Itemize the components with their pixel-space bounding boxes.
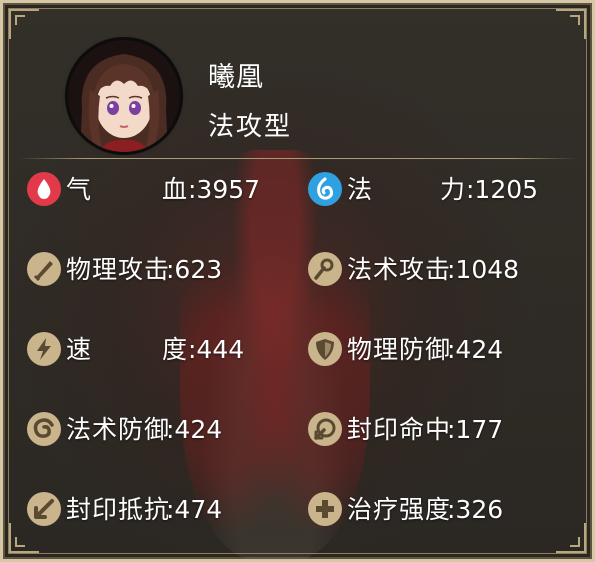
stat-seal-hit-label: 封印命中 xyxy=(347,415,452,444)
seal-arrow-icon xyxy=(307,411,343,447)
stat-heal-power-label: 治疗强度 xyxy=(347,495,452,524)
stat-mp-label-1: 法 xyxy=(347,175,374,204)
mana-swirl-icon xyxy=(307,171,343,207)
stat-physical-defense: 物理防御 :424 xyxy=(307,331,567,371)
frame-corner xyxy=(556,9,586,39)
swirl-icon xyxy=(26,411,62,447)
shield-icon xyxy=(307,331,343,367)
arrow-icon xyxy=(26,491,62,527)
stat-seal-resist-label: 封印抵抗 xyxy=(66,495,171,524)
stat-speed-label-1: 速 xyxy=(66,335,93,364)
stat-magic-defense-value: :424 xyxy=(166,415,223,444)
stat-mp-label-2: 力 xyxy=(440,175,466,204)
wand-icon xyxy=(307,251,343,287)
stat-seal-hit: 封印命中 :177 xyxy=(307,411,567,451)
stat-magic-defense-label: 法术防御 xyxy=(66,415,171,444)
stat-mp: 法 力 :1205 xyxy=(307,171,567,211)
stat-heal-power-value: :326 xyxy=(447,495,504,524)
stat-magic-attack: 法术攻击 :1048 xyxy=(307,251,567,291)
stat-magic-defense: 法术防御 :424 xyxy=(26,411,286,451)
stat-physical-defense-label: 物理防御 xyxy=(347,335,452,364)
stat-hp: 气 血 :3957 xyxy=(26,171,286,211)
stat-speed-label-2: 度 xyxy=(162,335,188,364)
stat-hp-label-1: 气 xyxy=(66,175,93,204)
character-avatar xyxy=(68,40,180,152)
lightning-icon xyxy=(26,331,62,367)
stat-speed-value: :444 xyxy=(188,335,245,364)
stat-magic-attack-label: 法术攻击 xyxy=(347,255,452,284)
stat-seal-resist-value: :474 xyxy=(166,495,223,524)
stat-mp-value: :1205 xyxy=(466,175,539,204)
stat-physical-attack: 物理攻击 :623 xyxy=(26,251,286,291)
sword-icon xyxy=(26,251,62,287)
stat-hp-value: :3957 xyxy=(188,175,261,204)
frame-corner xyxy=(9,9,39,39)
divider xyxy=(18,158,578,159)
stat-magic-attack-value: :1048 xyxy=(447,255,520,284)
stat-hp-label-2: 血 xyxy=(162,175,188,204)
blood-drop-icon xyxy=(26,171,62,207)
character-name: 曦凰 xyxy=(208,62,264,93)
stat-seal-resist: 封印抵抗 :474 xyxy=(26,491,286,531)
stat-physical-attack-value: :623 xyxy=(166,255,223,284)
cross-icon xyxy=(307,491,343,527)
stat-physical-defense-value: :424 xyxy=(447,335,504,364)
character-type: 法攻型 xyxy=(208,112,293,142)
stat-speed: 速 度 :444 xyxy=(26,331,286,371)
stat-seal-hit-value: :177 xyxy=(447,415,504,444)
stat-heal-power: 治疗强度 :326 xyxy=(307,491,567,531)
stat-physical-attack-label: 物理攻击 xyxy=(66,255,171,284)
